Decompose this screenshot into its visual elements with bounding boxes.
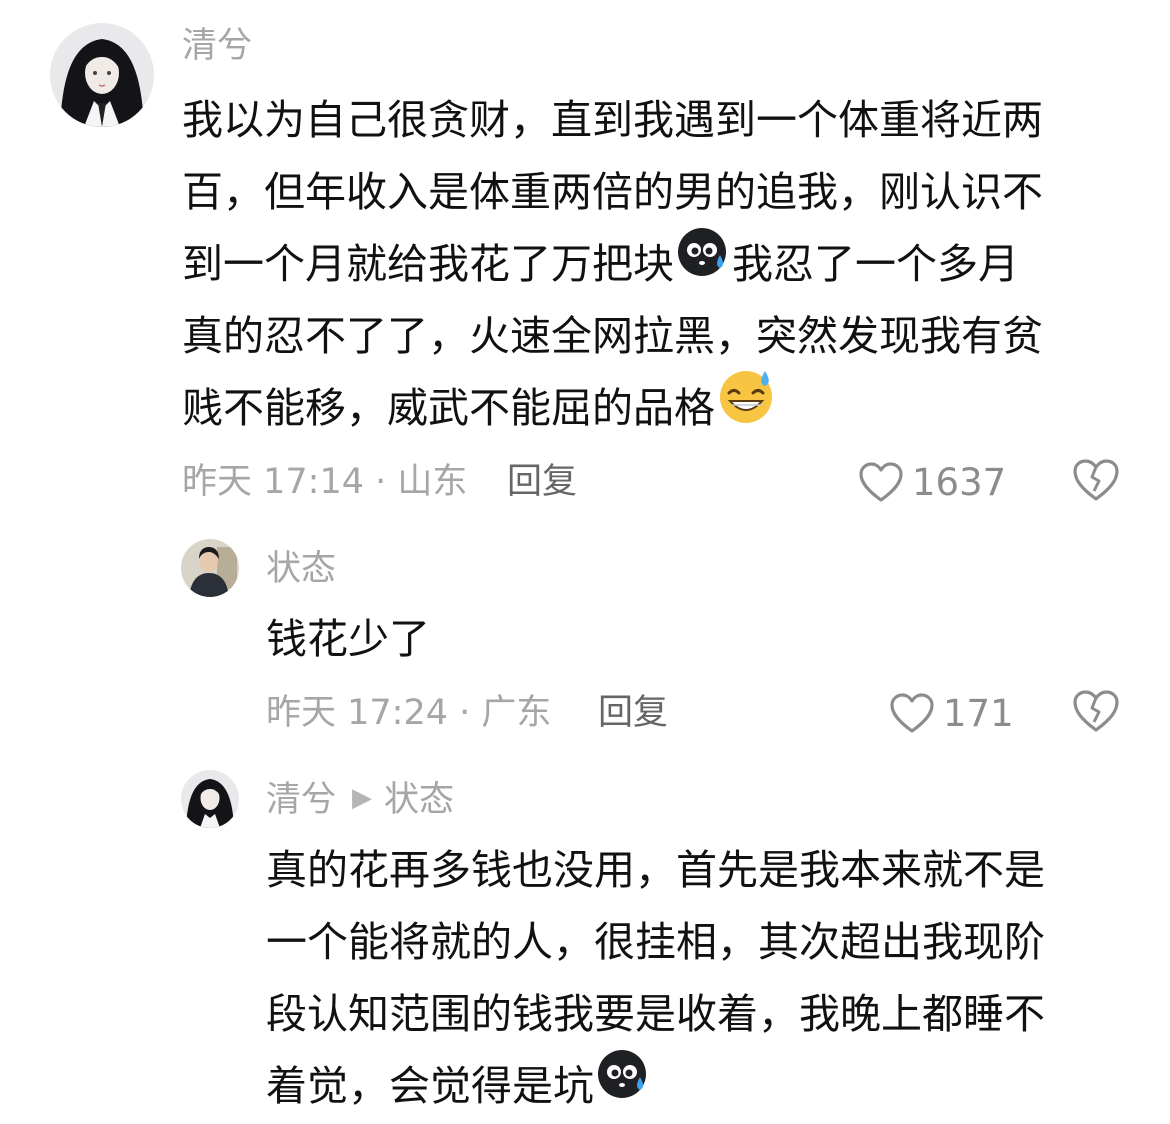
comment-text: 真的花再多钱也没用，首先是我本来就不是 一个能将就的人，很挂相，其次超出我现阶 … — [266, 834, 1045, 1122]
avatar[interactable] — [181, 770, 239, 828]
comment-time-location: 昨天 17:14 · 山东 — [182, 462, 468, 502]
comment-text: 钱花少了 — [266, 603, 430, 675]
comment-line-segment: 我忍了一个多月 — [732, 240, 1019, 288]
like-count: 1637 — [912, 460, 1007, 504]
comment-time-location: 昨天 17:24 · 广东 — [266, 693, 552, 733]
broken-heart-icon — [1073, 459, 1119, 501]
like-button[interactable]: 171 — [889, 688, 1014, 738]
comments-page: 清兮 我以为自己很贪财，直到我遇到一个体重将近两 百，但年收入是体重两倍的男的追… — [0, 0, 1170, 1124]
avatar-girl-image — [50, 23, 154, 127]
sweat-face-dark-icon — [676, 225, 730, 301]
reply-author[interactable]: 清兮 — [266, 780, 336, 820]
dislike-button[interactable] — [1071, 688, 1121, 738]
comment-line: 钱花少了 — [266, 615, 430, 663]
sweat-face-dark-icon — [596, 1047, 650, 1123]
reply-target[interactable]: 状态 — [384, 780, 454, 820]
comment-line: 一个能将就的人，很挂相，其次超出我现阶 — [266, 918, 1045, 966]
comment-text: 我以为自己很贪财，直到我遇到一个体重将近两 百，但年收入是体重两倍的男的追我，刚… — [182, 84, 1043, 444]
comment-line: 真的花再多钱也没用，首先是我本来就不是 — [266, 846, 1045, 894]
grin-sweat-icon — [717, 367, 775, 447]
comment-username[interactable]: 清兮 — [182, 24, 252, 68]
comment-line: 贱不能移，威武不能屈的品格 — [182, 371, 1043, 444]
comment-line-segment: 贱不能移，威武不能屈的品格 — [182, 384, 715, 432]
heart-icon — [890, 693, 934, 733]
comment-username: 清兮 ▶ 状态 — [266, 778, 454, 823]
reply-button[interactable]: 回复 — [507, 460, 577, 504]
comment-line-segment: 到一个月就给我花了万把块 — [182, 240, 674, 288]
avatar-girl-image — [181, 770, 239, 828]
broken-heart-icon — [1073, 690, 1119, 732]
comment-line: 百，但年收入是体重两倍的男的追我，刚认识不 — [182, 168, 1043, 216]
comment-line-segment: 着觉，会觉得是坑 — [266, 1062, 594, 1110]
reply-button[interactable]: 回复 — [598, 691, 668, 735]
comment-username[interactable]: 状态 — [266, 547, 336, 591]
like-button[interactable]: 1637 — [858, 457, 1006, 507]
avatar-boy-image — [181, 539, 239, 597]
comment-line: 着觉，会觉得是坑 — [266, 1050, 1045, 1122]
comment-line: 真的忍不了了，火速全网拉黑，突然发现我有贫 — [182, 312, 1043, 360]
heart-icon — [859, 462, 903, 502]
comment-line: 到一个月就给我花了万把块 我忍了一个多月 — [182, 228, 1043, 300]
reply-arrow-icon: ▶ — [352, 783, 373, 813]
avatar[interactable] — [50, 23, 154, 127]
avatar[interactable] — [181, 539, 239, 597]
comment-line: 段认知范围的钱我要是收着，我晚上都睡不 — [266, 990, 1045, 1038]
dislike-button[interactable] — [1071, 457, 1121, 507]
like-count: 171 — [943, 691, 1014, 735]
comment-line: 我以为自己很贪财，直到我遇到一个体重将近两 — [182, 96, 1043, 144]
